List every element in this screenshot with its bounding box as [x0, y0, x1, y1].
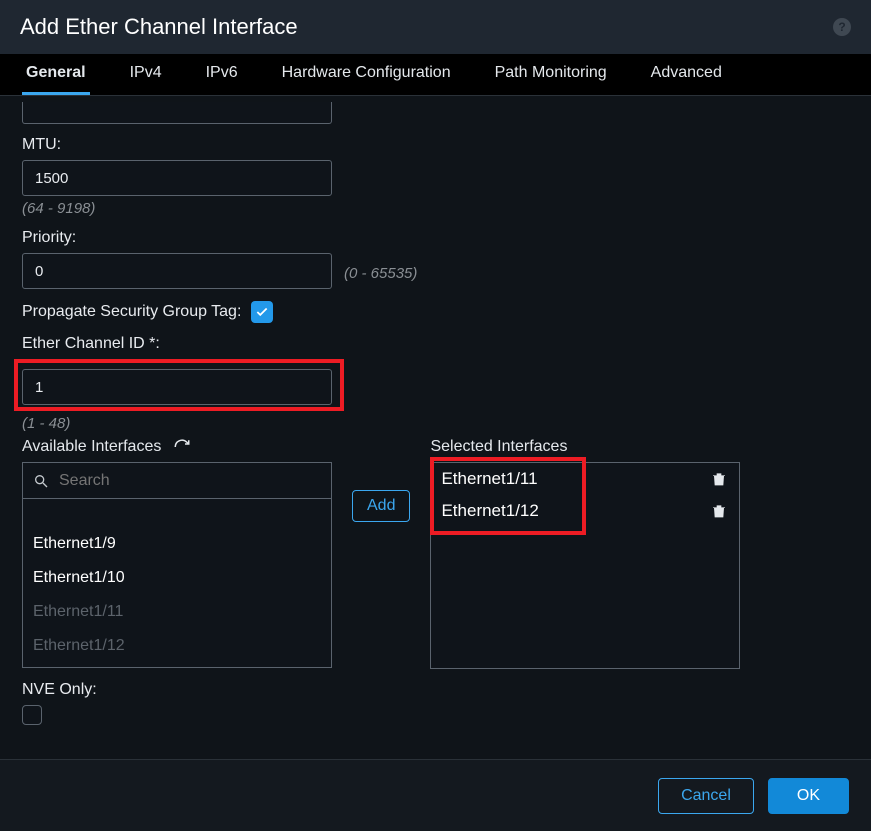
- dialog-title: Add Ether Channel Interface: [20, 14, 298, 40]
- mtu-hint: (64 - 9198): [22, 200, 849, 217]
- priority-hint: (0 - 65535): [344, 265, 417, 282]
- trash-icon[interactable]: [711, 470, 727, 488]
- tab-ipv6[interactable]: IPv6: [202, 54, 242, 95]
- add-button[interactable]: Add: [352, 490, 410, 522]
- echannel-highlight: [14, 359, 344, 411]
- nve-checkbox[interactable]: [22, 705, 42, 725]
- dialog-footer: Cancel OK: [0, 759, 871, 831]
- selected-label: Selected Interfaces: [430, 438, 567, 456]
- available-label: Available Interfaces: [22, 438, 161, 456]
- available-listbox[interactable]: Ethernet1/9 Ethernet1/10 Ethernet1/11 Et…: [22, 498, 332, 668]
- propagate-checkbox[interactable]: [251, 301, 273, 323]
- selected-row[interactable]: Ethernet1/12: [431, 495, 739, 527]
- selected-listbox[interactable]: Ethernet1/11 Ethernet1/12: [430, 462, 740, 669]
- help-icon[interactable]: ?: [833, 18, 851, 36]
- mtu-field[interactable]: [22, 160, 332, 196]
- tab-general[interactable]: General: [22, 54, 90, 95]
- tab-bar: General IPv4 IPv6 Hardware Configuration…: [0, 54, 871, 96]
- tab-hardware[interactable]: Hardware Configuration: [278, 54, 455, 95]
- list-item: [23, 499, 331, 527]
- nve-label: NVE Only:: [22, 681, 849, 699]
- trash-icon[interactable]: [711, 502, 727, 520]
- cancel-button[interactable]: Cancel: [658, 778, 754, 814]
- selected-row[interactable]: Ethernet1/11: [431, 463, 739, 495]
- list-item[interactable]: Ethernet1/9: [23, 527, 331, 561]
- check-icon: [255, 305, 269, 319]
- available-search[interactable]: [22, 462, 332, 498]
- list-item: Ethernet1/12: [23, 629, 331, 663]
- tab-pathmon[interactable]: Path Monitoring: [491, 54, 611, 95]
- ok-button[interactable]: OK: [768, 778, 849, 814]
- priority-label: Priority:: [22, 229, 849, 247]
- available-search-input[interactable]: [57, 471, 321, 491]
- tab-ipv4[interactable]: IPv4: [126, 54, 166, 95]
- echannel-hint: (1 - 48): [22, 415, 849, 432]
- search-icon: [33, 473, 49, 489]
- mtu-label: MTU:: [22, 136, 849, 154]
- refresh-icon[interactable]: [173, 438, 191, 456]
- dialog-titlebar: Add Ether Channel Interface ?: [0, 0, 871, 54]
- echannel-field[interactable]: [22, 369, 332, 405]
- list-item: Ethernet1/11: [23, 595, 331, 629]
- selected-item-label: Ethernet1/12: [441, 501, 538, 521]
- selected-item-label: Ethernet1/11: [441, 469, 537, 489]
- list-item[interactable]: Ethernet1/10: [23, 561, 331, 595]
- propagate-label: Propagate Security Group Tag:: [22, 303, 241, 321]
- echannel-label: Ether Channel ID *:: [22, 335, 849, 353]
- tab-advanced[interactable]: Advanced: [647, 54, 726, 95]
- priority-field[interactable]: [22, 253, 332, 289]
- previous-field-remainder[interactable]: [22, 102, 332, 124]
